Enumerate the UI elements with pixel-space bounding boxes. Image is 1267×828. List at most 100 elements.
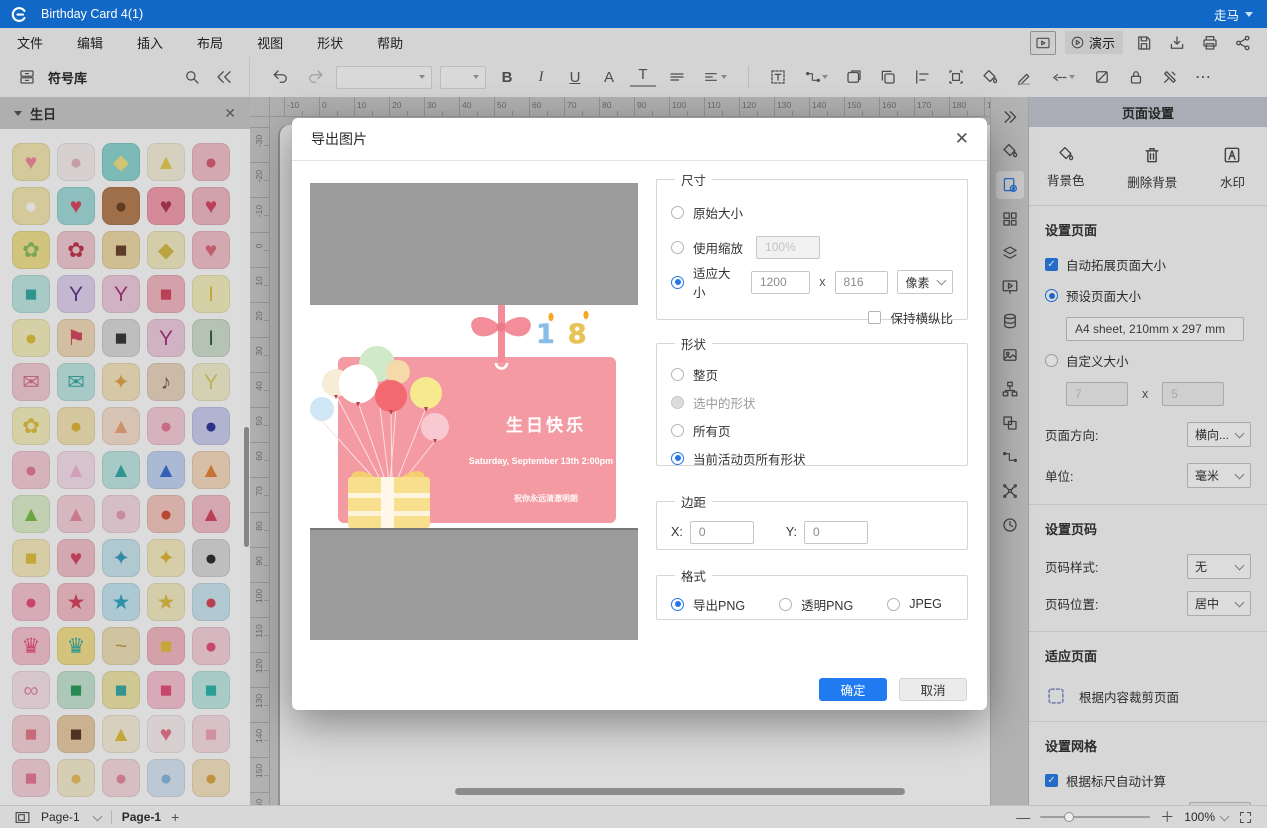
shape-option-0[interactable]: 整页 bbox=[671, 361, 953, 387]
original-size-radio[interactable] bbox=[671, 206, 684, 219]
clear-format-button[interactable] bbox=[1089, 64, 1115, 90]
card-headline: 生日快乐 bbox=[460, 411, 632, 436]
user-name: 走马 bbox=[1214, 5, 1239, 24]
margin-y-input[interactable]: 0 bbox=[804, 521, 868, 544]
zoom-in-button[interactable]: ＋ bbox=[1160, 807, 1174, 827]
size-fieldset: 尺寸 原始大小 使用缩放 100% 适应大小 1200 x 816 像素 bbox=[656, 170, 968, 320]
fit-width-input[interactable]: 1200 bbox=[751, 271, 810, 294]
menu-bar: 文件编辑插入布局视图形状帮助 演示 bbox=[0, 28, 1267, 58]
zoom-value-input[interactable]: 100% bbox=[756, 236, 820, 259]
fit-size-radio[interactable] bbox=[671, 276, 684, 289]
collapse-panel-icon[interactable] bbox=[211, 64, 237, 90]
app-logo-icon bbox=[11, 6, 28, 23]
zoom-percent[interactable]: 100% bbox=[1184, 810, 1228, 824]
fullscreen-present-button[interactable] bbox=[1030, 31, 1056, 55]
size-legend: 尺寸 bbox=[675, 170, 712, 189]
ok-button[interactable]: 确定 bbox=[819, 678, 887, 701]
connector-button[interactable] bbox=[799, 64, 833, 90]
page-select[interactable]: Page-1 bbox=[41, 810, 101, 824]
fit-size-option[interactable]: 适应大小 1200 x 816 像素 bbox=[671, 269, 953, 295]
share-button[interactable] bbox=[1231, 32, 1255, 54]
margin-x-label: X: bbox=[671, 525, 683, 539]
group-button[interactable] bbox=[943, 64, 969, 90]
shape-button[interactable] bbox=[841, 64, 867, 90]
text-align-button[interactable] bbox=[698, 64, 732, 90]
menu-item-5[interactable]: 形状 bbox=[300, 28, 360, 57]
pen-button[interactable] bbox=[1011, 64, 1037, 90]
title-bar: Birthday Card 4(1) 走马 bbox=[0, 0, 1267, 28]
chevron-down-icon bbox=[1245, 12, 1253, 17]
margin-legend: 边距 bbox=[675, 492, 712, 511]
cancel-button[interactable]: 取消 bbox=[899, 678, 967, 701]
margin-x-input[interactable]: 0 bbox=[690, 521, 754, 544]
save-button[interactable] bbox=[1132, 32, 1156, 54]
preview-card: 18 生日快乐 Saturday, September 13th 2:00pm … bbox=[310, 305, 638, 528]
age-candles: 18 bbox=[536, 319, 600, 350]
tools-button[interactable] bbox=[1157, 64, 1183, 90]
download-button[interactable] bbox=[1165, 32, 1189, 54]
more-tools-button[interactable]: ⋯ bbox=[1191, 67, 1216, 87]
user-menu[interactable]: 走马 bbox=[1214, 5, 1253, 24]
duplicate-button[interactable] bbox=[875, 64, 901, 90]
line-style-button[interactable] bbox=[1045, 64, 1081, 90]
unit-select[interactable]: 像素 bbox=[897, 270, 953, 294]
page-tab[interactable]: Page-1 bbox=[122, 810, 161, 824]
font-family-select[interactable] bbox=[336, 66, 432, 89]
shape-option-2[interactable]: 所有页 bbox=[671, 417, 953, 443]
zoom-slider-knob[interactable] bbox=[1064, 812, 1074, 822]
format-fieldset: 格式 导出PNG透明PNGJPEG bbox=[656, 566, 968, 620]
line-spacing-button[interactable] bbox=[664, 64, 690, 90]
align-button[interactable] bbox=[909, 64, 935, 90]
shape-option-1[interactable]: 选中的形状 bbox=[671, 389, 953, 415]
bold-button[interactable]: B bbox=[494, 69, 520, 86]
card-date: Saturday, September 13th 2:00pm bbox=[446, 456, 636, 466]
chevron-down-icon bbox=[937, 276, 947, 286]
page-overview-icon[interactable] bbox=[14, 809, 31, 826]
export-image-dialog: 导出图片 ✕ bbox=[292, 118, 987, 710]
italic-button[interactable]: I bbox=[528, 69, 554, 86]
library-icon bbox=[14, 64, 40, 90]
format-option-0[interactable]: 导出PNG bbox=[671, 591, 745, 617]
keep-ratio-checkbox[interactable] bbox=[868, 311, 881, 324]
undo-button[interactable] bbox=[268, 64, 294, 90]
play-circle-icon bbox=[1070, 35, 1085, 50]
status-bar: Page-1 Page-1 + — ＋ 100% bbox=[0, 805, 1267, 828]
text-box-button[interactable] bbox=[765, 64, 791, 90]
menu-item-6[interactable]: 帮助 bbox=[360, 28, 420, 57]
present-button[interactable]: 演示 bbox=[1065, 31, 1123, 54]
fill-color-button[interactable] bbox=[977, 64, 1003, 90]
fit-height-input[interactable]: 816 bbox=[835, 271, 889, 294]
add-page-button[interactable]: + bbox=[171, 809, 179, 825]
fit-window-icon[interactable] bbox=[1238, 810, 1253, 825]
keep-ratio-option[interactable]: 保持横纵比 bbox=[671, 304, 953, 330]
shape-option-3[interactable]: 当前活动页所有形状 bbox=[671, 445, 953, 471]
format-option-1[interactable]: 透明PNG bbox=[779, 591, 853, 617]
menu-item-0[interactable]: 文件 bbox=[0, 28, 60, 57]
margin-y-label: Y: bbox=[786, 525, 797, 539]
menu-item-3[interactable]: 布局 bbox=[180, 28, 240, 57]
use-zoom-radio[interactable] bbox=[671, 241, 684, 254]
margin-fieldset: 边距 X: 0 Y: 0 bbox=[656, 492, 968, 550]
font-color-button[interactable]: A bbox=[596, 69, 622, 86]
original-size-option[interactable]: 原始大小 bbox=[671, 199, 953, 225]
chevron-down-icon bbox=[1220, 811, 1230, 821]
zoom-slider[interactable] bbox=[1040, 816, 1150, 818]
print-button[interactable] bbox=[1198, 32, 1222, 54]
search-icon[interactable] bbox=[179, 64, 205, 90]
format-option-2[interactable]: JPEG bbox=[887, 591, 942, 617]
close-icon[interactable]: ✕ bbox=[955, 129, 969, 149]
text-style-button[interactable]: T bbox=[630, 67, 656, 87]
lock-button[interactable] bbox=[1123, 64, 1149, 90]
shape-fieldset: 形状 整页选中的形状所有页当前活动页所有形状 bbox=[656, 334, 968, 466]
font-size-select[interactable] bbox=[440, 66, 486, 89]
export-preview: 18 生日快乐 Saturday, September 13th 2:00pm … bbox=[310, 183, 638, 640]
document-title: Birthday Card 4(1) bbox=[41, 7, 143, 21]
menu-item-1[interactable]: 编辑 bbox=[60, 28, 120, 57]
underline-button[interactable]: U bbox=[562, 69, 588, 86]
symbol-library-header: 符号库 bbox=[0, 57, 250, 97]
zoom-out-button[interactable]: — bbox=[1016, 809, 1030, 825]
menu-item-4[interactable]: 视图 bbox=[240, 28, 300, 57]
use-zoom-option[interactable]: 使用缩放 100% bbox=[671, 234, 953, 260]
menu-item-2[interactable]: 插入 bbox=[120, 28, 180, 57]
redo-button[interactable] bbox=[302, 64, 328, 90]
